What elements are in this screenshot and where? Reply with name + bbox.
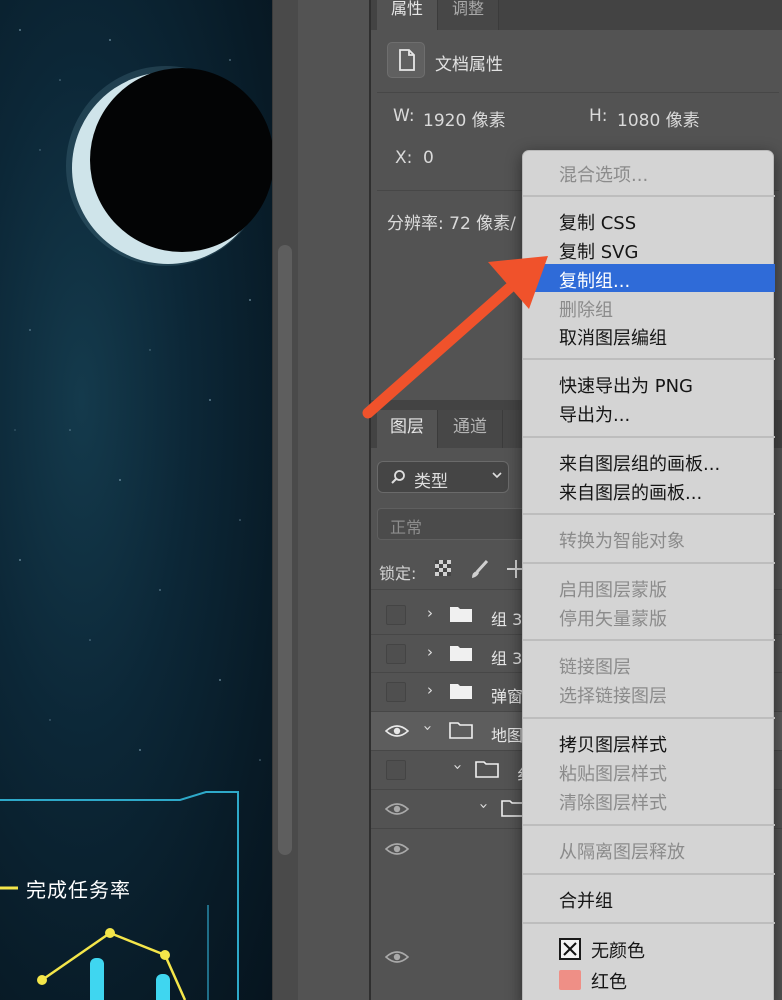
folder-open-icon bbox=[449, 722, 473, 739]
red-swatch-icon bbox=[559, 970, 581, 990]
menu-item-red[interactable]: 红色 bbox=[591, 968, 627, 994]
menu-item-export-as[interactable]: 导出为... bbox=[559, 401, 630, 427]
menu-item-enable-layer-mask[interactable]: 启用图层蒙版 bbox=[559, 576, 667, 602]
chevron-down-icon[interactable]: › bbox=[419, 725, 437, 731]
resolution-text: 分辨率: 72 像素/ bbox=[387, 214, 516, 234]
layer-context-menu: 混合选项... 复制 CSS 复制 SVG 复制组... 删除组 取消图层编组 … bbox=[522, 150, 775, 1000]
width-value[interactable]: 1920 像素 bbox=[423, 106, 506, 131]
no-color-swatch-icon bbox=[559, 938, 581, 960]
layer-name: 组 3 bbox=[491, 649, 523, 668]
planet bbox=[66, 66, 272, 266]
menu-item-copy-layer-style[interactable]: 拷贝图层样式 bbox=[559, 731, 667, 757]
eye-icon[interactable] bbox=[385, 842, 409, 856]
document-canvas[interactable]: 完成任务率 bbox=[0, 0, 272, 1000]
lock-label: 锁定: bbox=[379, 564, 417, 583]
divider bbox=[377, 92, 779, 93]
layer-name: 地图 bbox=[491, 726, 524, 745]
menu-separator bbox=[523, 562, 775, 564]
tab-properties[interactable]: 属性 bbox=[377, 0, 437, 30]
menu-item-artboard-from-layers[interactable]: 来自图层的画板... bbox=[559, 479, 702, 505]
menu-item-delete-group[interactable]: 删除组 bbox=[559, 296, 613, 322]
tab-adjustments[interactable]: 调整 bbox=[437, 0, 499, 30]
layer-name: 组 3 bbox=[491, 610, 523, 629]
menu-item-duplicate-group[interactable]: 复制组... bbox=[559, 267, 630, 293]
visibility-toggle[interactable] bbox=[386, 644, 406, 664]
chevron-right-icon[interactable]: › bbox=[427, 604, 433, 622]
menu-item-convert-smart-object[interactable]: 转换为智能对象 bbox=[559, 527, 685, 553]
chevron-right-icon[interactable]: › bbox=[427, 681, 433, 699]
menu-item-copy-css[interactable]: 复制 CSS bbox=[559, 209, 636, 235]
menu-separator bbox=[523, 639, 775, 641]
checkerboard-lock-icon[interactable] bbox=[433, 558, 453, 578]
chevron-right-icon[interactable]: › bbox=[427, 643, 433, 661]
tab-channels[interactable]: 通道 bbox=[437, 410, 503, 448]
chevron-down-icon[interactable]: › bbox=[475, 803, 493, 809]
menu-item-disable-vector-mask[interactable]: 停用矢量蒙版 bbox=[559, 605, 667, 631]
layer-filter-select[interactable]: 类型 bbox=[377, 461, 509, 493]
eye-icon[interactable] bbox=[385, 802, 409, 816]
menu-separator bbox=[523, 717, 775, 719]
menu-item-ungroup-layers[interactable]: 取消图层编组 bbox=[559, 324, 667, 350]
menu-separator bbox=[523, 873, 775, 875]
menu-separator bbox=[523, 922, 775, 924]
eye-icon[interactable] bbox=[385, 724, 409, 738]
menu-item-release-from-isolation[interactable]: 从隔离图层释放 bbox=[559, 838, 685, 864]
document-icon bbox=[387, 42, 425, 78]
folder-icon bbox=[450, 684, 472, 699]
menu-item-paste-layer-style[interactable]: 粘贴图层样式 bbox=[559, 760, 667, 786]
chevron-down-icon bbox=[492, 472, 502, 479]
tab-layers[interactable]: 图层 bbox=[377, 410, 437, 448]
menu-item-blending-options[interactable]: 混合选项... bbox=[559, 161, 648, 187]
filter-label: 类型 bbox=[414, 472, 448, 492]
x-value[interactable]: 0 bbox=[423, 148, 434, 168]
height-value[interactable]: 1080 像素 bbox=[617, 106, 700, 131]
search-icon bbox=[391, 470, 405, 484]
menu-separator bbox=[523, 195, 775, 197]
width-label: W: bbox=[393, 106, 415, 126]
folder-open-icon bbox=[475, 761, 499, 778]
menu-item-link-layers[interactable]: 链接图层 bbox=[559, 653, 631, 679]
folder-icon bbox=[450, 646, 472, 661]
document-properties-title: 文档属性 bbox=[435, 55, 503, 75]
properties-tab-bar: 属性 调整 bbox=[371, 0, 782, 30]
eye-icon[interactable] bbox=[385, 950, 409, 964]
menu-item-quick-export-png[interactable]: 快速导出为 PNG bbox=[559, 372, 693, 398]
visibility-toggle[interactable] bbox=[386, 605, 406, 625]
brush-lock-icon[interactable] bbox=[469, 558, 491, 580]
canvas-artwork bbox=[0, 29, 272, 1000]
menu-item-select-linked-layers[interactable]: 选择链接图层 bbox=[559, 682, 667, 708]
menu-separator bbox=[523, 436, 775, 438]
menu-item-no-color[interactable]: 无颜色 bbox=[591, 937, 645, 963]
height-label: H: bbox=[589, 106, 608, 126]
menu-separator bbox=[523, 513, 775, 515]
visibility-toggle[interactable] bbox=[386, 760, 406, 780]
visibility-toggle[interactable] bbox=[386, 682, 406, 702]
widget-title: 完成任务率 bbox=[26, 878, 131, 902]
menu-item-clear-layer-style[interactable]: 清除图层样式 bbox=[559, 789, 667, 815]
layer-name: 弹窗 bbox=[491, 687, 524, 706]
canvas-scrollbar-thumb[interactable] bbox=[278, 245, 292, 855]
menu-item-artboard-from-group[interactable]: 来自图层组的画板... bbox=[559, 450, 720, 476]
folder-icon bbox=[450, 607, 472, 622]
menu-separator bbox=[523, 358, 775, 360]
menu-separator bbox=[523, 824, 775, 826]
menu-item-merge-group[interactable]: 合并组 bbox=[559, 887, 613, 913]
blend-mode-select[interactable]: 正常 bbox=[377, 508, 527, 540]
mini-chart bbox=[0, 886, 187, 1000]
workspace-gap bbox=[298, 0, 370, 1000]
chevron-down-icon[interactable]: › bbox=[449, 764, 467, 770]
x-label: X: bbox=[395, 148, 413, 168]
menu-item-copy-svg[interactable]: 复制 SVG bbox=[559, 238, 638, 264]
